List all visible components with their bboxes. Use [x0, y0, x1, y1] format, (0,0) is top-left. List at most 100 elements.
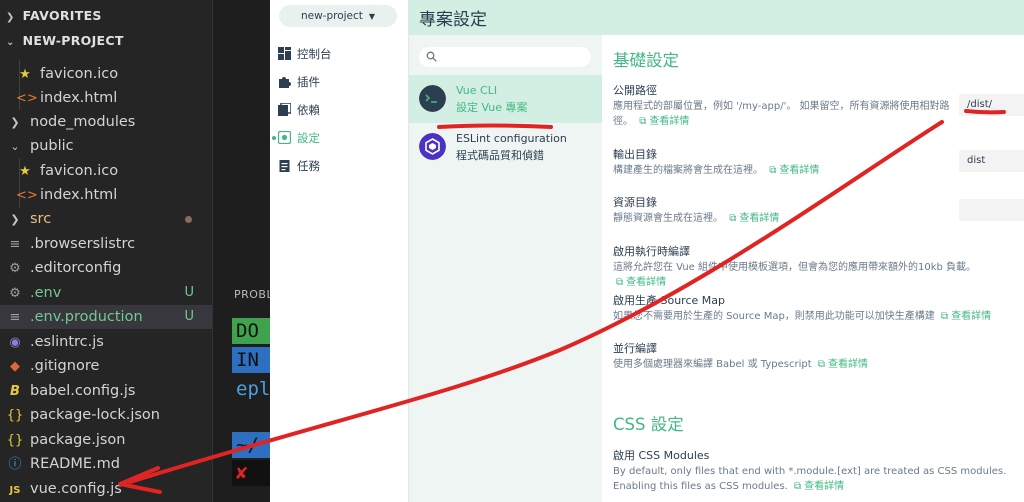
eslint-logo-icon: [419, 133, 446, 160]
tab-problems[interactable]: PROBL: [234, 288, 273, 301]
file-browserslistrc[interactable]: ≡ .browserslistrc: [0, 232, 212, 256]
nav-settings[interactable]: 設定: [270, 124, 409, 152]
more-info-link[interactable]: ⧉ 查看詳情: [791, 481, 844, 492]
braces-icon: {}: [6, 408, 24, 423]
config-item-eslint[interactable]: ESLint configuration 程式碼品質和偵錯: [409, 123, 602, 171]
project-selector[interactable]: new-project ▼: [279, 5, 397, 27]
more-info-link[interactable]: ⧉ 查看詳情: [766, 165, 819, 176]
modified-dot: [185, 216, 192, 223]
file-index-html[interactable]: <> index.html: [0, 183, 212, 207]
chevron-down-icon: ⌄: [6, 37, 15, 48]
nav-label: 依賴: [297, 103, 320, 117]
nav-dependencies[interactable]: 依賴: [270, 96, 409, 124]
setting-label: 啟用生產 Source Map: [613, 294, 725, 307]
config-item-vue-cli[interactable]: Vue CLI 設定 Vue 專案: [409, 75, 602, 123]
search-input[interactable]: [419, 47, 591, 67]
configuration-list: Vue CLI 設定 Vue 專案 ESLint configuration 程…: [409, 35, 602, 502]
file-package-json[interactable]: {} package.json: [0, 428, 212, 452]
section-new-project[interactable]: ⌄ NEW-PROJECT: [0, 28, 124, 54]
file-index-html[interactable]: <> index.html: [0, 86, 212, 110]
file-editorconfig[interactable]: ⚙ .editorconfig: [0, 256, 212, 280]
file-explorer: ❯ FAVORITES ⌄ NEW-PROJECT ★ favicon.ico <…: [0, 0, 212, 502]
external-link-icon: ⧉: [941, 311, 949, 322]
external-link-icon: ⧉: [616, 277, 624, 288]
terminal-line: DO: [232, 318, 270, 344]
nav-dashboard[interactable]: 控制台: [270, 40, 409, 68]
output-dir-input[interactable]: dist: [959, 150, 1024, 172]
setting-public-path: 公開路徑 應用程式的部屬位置，例如 '/my-app/'。 如果留空，所有資源將…: [613, 83, 953, 129]
section-label: FAVORITES: [22, 8, 102, 23]
file-env-production[interactable]: ≡ .env.production U: [0, 305, 212, 329]
file-favicon[interactable]: ★ favicon.ico: [0, 62, 212, 86]
folder-src[interactable]: ❯ src: [0, 207, 212, 231]
external-link-icon: ⧉: [639, 116, 647, 127]
nav-plugins[interactable]: 插件: [270, 68, 409, 96]
setting-runtime-compiler: 啟用執行時編譯 這將允許您在 Vue 組件中使用模板選項，但會為您的應用帶來額外…: [613, 244, 1013, 290]
config-description: 設定 Vue 專案: [456, 101, 528, 114]
nav-label: 任務: [297, 159, 320, 173]
config-name: Vue CLI: [456, 84, 498, 97]
file-package-lock[interactable]: {} package-lock.json: [0, 403, 212, 427]
page-title: 專案設定: [419, 10, 487, 30]
nav-label: 插件: [297, 75, 320, 89]
more-info-link[interactable]: ⧉ 查看詳情: [726, 213, 779, 224]
file-env[interactable]: ⚙ .env U: [0, 281, 212, 305]
chevron-down-icon: ⌄: [10, 140, 20, 153]
lines-icon: ≡: [9, 310, 21, 325]
info-icon: ⓘ: [8, 457, 22, 472]
star-icon: ★: [19, 164, 31, 179]
more-info-link[interactable]: ⧉ 查看詳情: [613, 277, 666, 288]
setting-label: 輸出目錄: [613, 148, 657, 161]
group-title-css: CSS 設定: [613, 415, 684, 434]
external-link-icon: ⧉: [817, 359, 825, 370]
editor-area: [213, 0, 271, 270]
more-info-link[interactable]: ⧉ 查看詳情: [815, 359, 868, 370]
main-content: 專案設定 Vue CLI 設定 Vue 專案 ESLint configurat…: [409, 0, 1024, 502]
assets-dir-input[interactable]: [959, 199, 1024, 221]
folder-node-modules[interactable]: ❯ node_modules: [0, 110, 212, 134]
gear-icon: ⚙: [9, 261, 21, 276]
folder-public[interactable]: ⌄ public: [0, 134, 212, 158]
file-vue-config[interactable]: JS vue.config.js: [0, 477, 212, 501]
terminal-line: IN: [232, 347, 270, 373]
setting-description: 這將允許您在 Vue 組件中使用模板選項，但會為您的應用帶來額外的10kb 負載…: [613, 262, 977, 273]
setting-css-modules: 啟用 CSS Modules By default, only files th…: [613, 448, 1024, 494]
external-link-icon: ⧉: [769, 165, 777, 176]
puzzle-icon: [279, 77, 291, 88]
setting-label: 資源目錄: [613, 196, 657, 209]
vue-cli-logo-icon: [419, 85, 446, 112]
setting-description: 靜態資源會生成在這裡。: [613, 213, 723, 224]
untracked-badge: U: [184, 309, 194, 324]
section-favorites[interactable]: ❯ FAVORITES: [0, 3, 102, 29]
file-babel-config[interactable]: Bbabel.config.js: [0, 379, 212, 403]
dashboard-icon: [278, 47, 291, 60]
nav-label: 設定: [297, 131, 320, 145]
terminal-line: epl: [236, 378, 270, 400]
babel-icon: B: [10, 384, 20, 399]
file-eslintrc[interactable]: ◉ .eslintrc.js: [0, 330, 212, 354]
nav-label: 控制台: [297, 47, 332, 61]
nav-tasks[interactable]: 任務: [270, 152, 409, 180]
file-favicon[interactable]: ★ favicon.ico: [0, 159, 212, 183]
more-info-link[interactable]: ⧉ 查看詳情: [636, 116, 689, 127]
file-gitignore[interactable]: ◆ .gitignore: [0, 354, 212, 378]
setting-label: 公開路徑: [613, 84, 657, 97]
caret-down-icon: ▼: [368, 12, 376, 21]
file-readme[interactable]: ⓘ README.md: [0, 452, 212, 476]
setting-description: 使用多個處理器來編譯 Babel 或 Typescript: [613, 359, 812, 370]
chevron-right-icon: ❯: [10, 116, 20, 129]
clipboard-icon: [279, 160, 290, 172]
git-icon: ◆: [10, 359, 20, 374]
page-header: 專案設定: [409, 0, 1024, 35]
search-icon: [426, 51, 437, 62]
setting-production-source-map: 啟用生產 Source Map 如果您不需要用於生產的 Source Map，則…: [613, 293, 1013, 324]
setting-assets-dir: 資源目錄 靜態資源會生成在這裡。 ⧉ 查看詳情: [613, 195, 953, 226]
active-indicator: [272, 136, 276, 140]
html-icon: <>: [16, 188, 38, 203]
public-path-input[interactable]: /dist/: [959, 94, 1024, 116]
project-selector-label: new-project: [300, 10, 363, 22]
terminal-line: ✘: [232, 460, 270, 486]
section-label: NEW-PROJECT: [22, 33, 124, 48]
more-info-link[interactable]: ⧉ 查看詳情: [938, 311, 991, 322]
settings-panel: 基礎設定 公開路徑 應用程式的部屬位置，例如 '/my-app/'。 如果留空，…: [602, 35, 1024, 502]
